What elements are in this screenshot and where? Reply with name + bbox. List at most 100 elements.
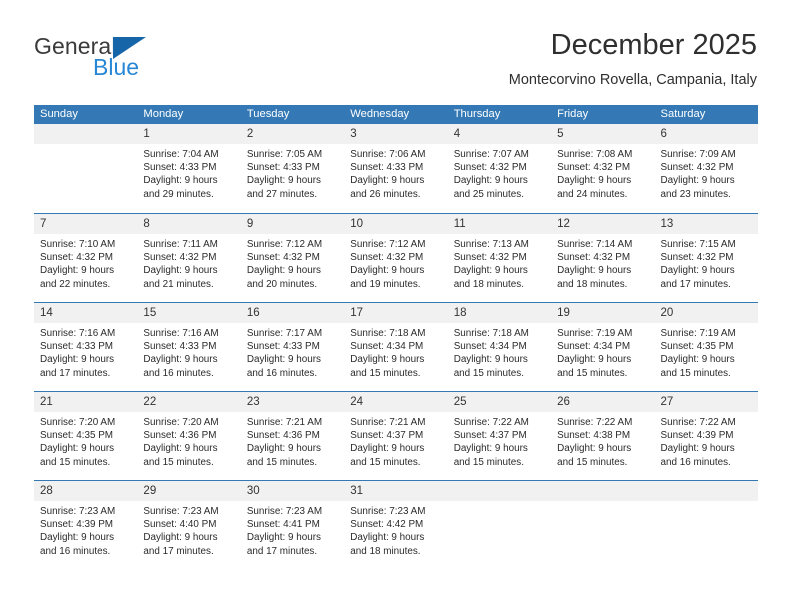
day-cell[interactable]: 5 Sunrise: 7:08 AM Sunset: 4:32 PM Dayli… bbox=[551, 124, 655, 213]
daylight-text-line2: and 20 minutes. bbox=[246, 278, 318, 290]
day-number: 23 bbox=[240, 392, 345, 412]
sunset-text: Sunset: 4:33 PM bbox=[350, 162, 424, 174]
daylight-text-line1: Daylight: 9 hours bbox=[246, 175, 321, 187]
sunset-text: Sunset: 4:39 PM bbox=[40, 519, 114, 531]
sunset-text: Sunset: 4:35 PM bbox=[40, 430, 114, 442]
sunrise-text: Sunrise: 7:22 AM bbox=[660, 417, 736, 428]
daylight-text-line2: and 15 minutes. bbox=[246, 456, 318, 468]
day-number: 21 bbox=[34, 392, 138, 412]
sunrise-text: Sunrise: 7:21 AM bbox=[246, 417, 323, 428]
sunset-text: Sunset: 4:34 PM bbox=[453, 341, 527, 353]
logo-text-blue: Blue bbox=[93, 54, 140, 80]
page-header: General Blue December 2025 Montecorvino … bbox=[0, 0, 792, 98]
day-cell[interactable]: 19 Sunrise: 7:19 AM Sunset: 4:34 PM Dayl… bbox=[551, 303, 655, 391]
daylight-text-line2: and 25 minutes. bbox=[453, 188, 524, 200]
day-cell[interactable]: 29 Sunrise: 7:23 AM Sunset: 4:40 PM Dayl… bbox=[137, 481, 241, 569]
day-info: Sunrise: 7:21 AM Sunset: 4:37 PM Dayligh… bbox=[344, 412, 447, 469]
day-info: Sunrise: 7:19 AM Sunset: 4:35 PM Dayligh… bbox=[655, 323, 758, 380]
daylight-text-line2: and 22 minutes. bbox=[40, 278, 111, 290]
day-cell[interactable]: 16 Sunrise: 7:17 AM Sunset: 4:33 PM Dayl… bbox=[240, 303, 345, 391]
daylight-text-line2: and 15 minutes. bbox=[40, 456, 111, 468]
day-info: Sunrise: 7:23 AM Sunset: 4:40 PM Dayligh… bbox=[137, 501, 240, 558]
daylight-text-line2: and 17 minutes. bbox=[246, 545, 318, 557]
day-info: Sunrise: 7:08 AM Sunset: 4:32 PM Dayligh… bbox=[551, 144, 654, 201]
day-cell[interactable]: 20 Sunrise: 7:19 AM Sunset: 4:35 PM Dayl… bbox=[654, 303, 758, 391]
day-info: Sunrise: 7:22 AM Sunset: 4:37 PM Dayligh… bbox=[448, 412, 551, 469]
day-info: Sunrise: 7:10 AM Sunset: 4:32 PM Dayligh… bbox=[34, 234, 137, 291]
day-cell[interactable]: 22 Sunrise: 7:20 AM Sunset: 4:36 PM Dayl… bbox=[137, 392, 241, 480]
day-cell[interactable]: 10 Sunrise: 7:12 AM Sunset: 4:32 PM Dayl… bbox=[344, 214, 448, 302]
sunset-text: Sunset: 4:37 PM bbox=[350, 430, 424, 442]
day-cell[interactable]: 26 Sunrise: 7:22 AM Sunset: 4:38 PM Dayl… bbox=[551, 392, 655, 480]
day-cell[interactable]: 23 Sunrise: 7:21 AM Sunset: 4:36 PM Dayl… bbox=[240, 392, 345, 480]
sunrise-text: Sunrise: 7:12 AM bbox=[350, 239, 426, 250]
daylight-text-line1: Daylight: 9 hours bbox=[143, 443, 218, 455]
sunrise-text: Sunrise: 7:13 AM bbox=[453, 239, 529, 250]
day-cell[interactable]: 18 Sunrise: 7:18 AM Sunset: 4:34 PM Dayl… bbox=[447, 303, 552, 391]
day-cell[interactable] bbox=[551, 481, 655, 569]
day-number: 2 bbox=[240, 124, 345, 144]
day-cell[interactable]: 27 Sunrise: 7:22 AM Sunset: 4:39 PM Dayl… bbox=[654, 392, 758, 480]
day-cell[interactable]: 6 Sunrise: 7:09 AM Sunset: 4:32 PM Dayli… bbox=[654, 124, 758, 213]
day-cell[interactable]: 17 Sunrise: 7:18 AM Sunset: 4:34 PM Dayl… bbox=[344, 303, 448, 391]
day-info: Sunrise: 7:20 AM Sunset: 4:36 PM Dayligh… bbox=[137, 412, 240, 469]
day-cell[interactable]: 9 Sunrise: 7:12 AM Sunset: 4:32 PM Dayli… bbox=[240, 214, 345, 302]
day-cell[interactable] bbox=[447, 481, 552, 569]
day-info: Sunrise: 7:11 AM Sunset: 4:32 PM Dayligh… bbox=[137, 234, 240, 291]
sunset-text: Sunset: 4:33 PM bbox=[246, 162, 320, 174]
day-cell[interactable]: 28 Sunrise: 7:23 AM Sunset: 4:39 PM Dayl… bbox=[34, 481, 138, 569]
daylight-text-line1: Daylight: 9 hours bbox=[350, 443, 425, 455]
day-info: Sunrise: 7:20 AM Sunset: 4:35 PM Dayligh… bbox=[34, 412, 137, 469]
daylight-text-line2: and 18 minutes. bbox=[557, 278, 628, 290]
day-cell[interactable]: 2 Sunrise: 7:05 AM Sunset: 4:33 PM Dayli… bbox=[240, 124, 345, 213]
day-info: Sunrise: 7:04 AM Sunset: 4:33 PM Dayligh… bbox=[137, 144, 240, 201]
day-cell[interactable]: 15 Sunrise: 7:16 AM Sunset: 4:33 PM Dayl… bbox=[137, 303, 241, 391]
day-cell[interactable]: 24 Sunrise: 7:21 AM Sunset: 4:37 PM Dayl… bbox=[344, 392, 448, 480]
daylight-text-line1: Daylight: 9 hours bbox=[246, 265, 321, 277]
page-subtitle: Montecorvino Rovella, Campania, Italy bbox=[508, 72, 757, 88]
weekday-header-sunday: Sunday bbox=[40, 108, 78, 120]
day-cell[interactable]: 11 Sunrise: 7:13 AM Sunset: 4:32 PM Dayl… bbox=[447, 214, 552, 302]
daylight-text-line2: and 15 minutes. bbox=[557, 367, 628, 379]
day-cell[interactable]: 14 Sunrise: 7:16 AM Sunset: 4:33 PM Dayl… bbox=[34, 303, 138, 391]
sunrise-text: Sunrise: 7:17 AM bbox=[246, 328, 323, 339]
sunrise-text: Sunrise: 7:19 AM bbox=[660, 328, 736, 339]
day-number: 3 bbox=[344, 124, 448, 144]
day-number: 4 bbox=[447, 124, 552, 144]
day-cell[interactable]: 1 Sunrise: 7:04 AM Sunset: 4:33 PM Dayli… bbox=[137, 124, 241, 213]
day-cell[interactable]: 30 Sunrise: 7:23 AM Sunset: 4:41 PM Dayl… bbox=[240, 481, 345, 569]
day-info: Sunrise: 7:15 AM Sunset: 4:32 PM Dayligh… bbox=[655, 234, 758, 291]
weekday-header-thursday: Thursday bbox=[453, 108, 501, 120]
day-number: 9 bbox=[240, 214, 345, 234]
day-info bbox=[655, 501, 758, 505]
daylight-text-line2: and 24 minutes. bbox=[557, 188, 628, 200]
sunrise-text: Sunrise: 7:09 AM bbox=[660, 149, 736, 160]
day-cell[interactable]: 12 Sunrise: 7:14 AM Sunset: 4:32 PM Dayl… bbox=[551, 214, 655, 302]
sunset-text: Sunset: 4:33 PM bbox=[143, 341, 217, 353]
day-cell[interactable]: 3 Sunrise: 7:06 AM Sunset: 4:33 PM Dayli… bbox=[344, 124, 448, 213]
day-cell[interactable] bbox=[34, 124, 138, 213]
day-info: Sunrise: 7:09 AM Sunset: 4:32 PM Dayligh… bbox=[655, 144, 758, 201]
daylight-text-line1: Daylight: 9 hours bbox=[350, 175, 425, 187]
day-info bbox=[448, 501, 551, 505]
day-cell[interactable]: 13 Sunrise: 7:15 AM Sunset: 4:32 PM Dayl… bbox=[654, 214, 758, 302]
daylight-text-line1: Daylight: 9 hours bbox=[350, 354, 425, 366]
sunrise-text: Sunrise: 7:15 AM bbox=[660, 239, 736, 250]
day-info: Sunrise: 7:21 AM Sunset: 4:36 PM Dayligh… bbox=[241, 412, 344, 469]
day-cell[interactable]: 25 Sunrise: 7:22 AM Sunset: 4:37 PM Dayl… bbox=[447, 392, 552, 480]
week-row: 14 Sunrise: 7:16 AM Sunset: 4:33 PM Dayl… bbox=[34, 302, 758, 391]
sunrise-text: Sunrise: 7:20 AM bbox=[143, 417, 219, 428]
day-cell[interactable] bbox=[654, 481, 758, 569]
day-cell[interactable]: 31 Sunrise: 7:23 AM Sunset: 4:42 PM Dayl… bbox=[344, 481, 448, 569]
sunrise-text: Sunrise: 7:19 AM bbox=[557, 328, 633, 339]
day-number: 19 bbox=[551, 303, 655, 323]
day-cell[interactable]: 7 Sunrise: 7:10 AM Sunset: 4:32 PM Dayli… bbox=[34, 214, 138, 302]
day-number: 30 bbox=[240, 481, 345, 501]
day-cell[interactable]: 4 Sunrise: 7:07 AM Sunset: 4:32 PM Dayli… bbox=[447, 124, 552, 213]
day-cell[interactable]: 8 Sunrise: 7:11 AM Sunset: 4:32 PM Dayli… bbox=[137, 214, 241, 302]
day-cell[interactable]: 21 Sunrise: 7:20 AM Sunset: 4:35 PM Dayl… bbox=[34, 392, 138, 480]
day-info: Sunrise: 7:17 AM Sunset: 4:33 PM Dayligh… bbox=[241, 323, 344, 380]
sunrise-text: Sunrise: 7:18 AM bbox=[350, 328, 426, 339]
sunrise-text: Sunrise: 7:12 AM bbox=[246, 239, 323, 250]
general-blue-logo[interactable]: General Blue bbox=[34, 33, 214, 85]
